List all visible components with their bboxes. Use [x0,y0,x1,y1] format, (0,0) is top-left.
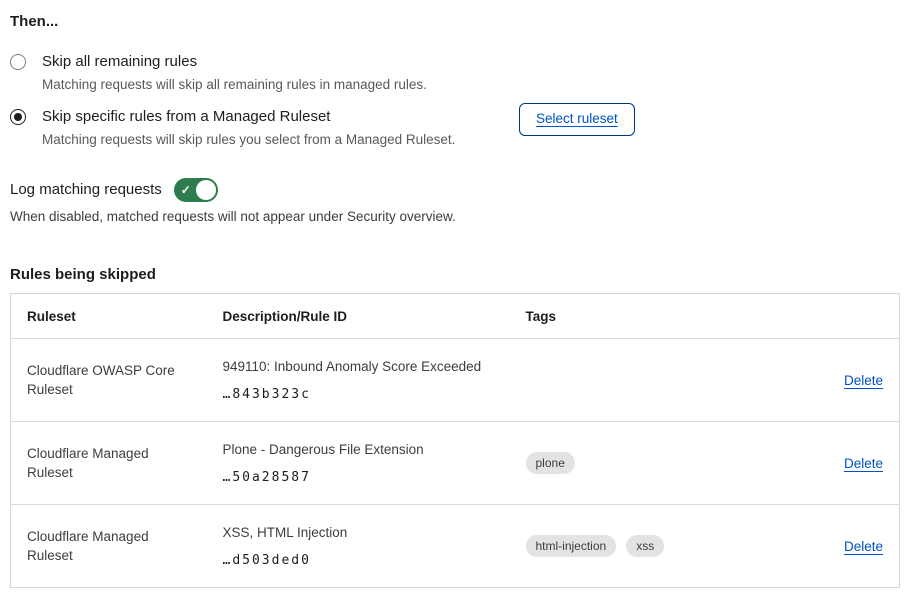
check-icon: ✓ [181,182,191,198]
delete-rule-link[interactable]: Delete [844,456,883,471]
column-header-ruleset: Ruleset [11,294,207,339]
ruleset-cell: Cloudflare Managed Ruleset [11,422,207,505]
option-skip-all-description: Matching requests will skip all remainin… [42,76,427,94]
radio-skip-all-remaining[interactable] [10,54,26,70]
delete-rule-link[interactable]: Delete [844,373,883,388]
log-requests-label: Log matching requests [10,178,162,202]
rule-id: …d503ded0 [223,551,494,570]
rule-description: XSS, HTML Injection [223,525,348,540]
toggle-knob[interactable] [196,180,216,200]
option-skip-specific-label[interactable]: Skip specific rules from a Managed Rules… [42,107,455,127]
tags-group: html-injection xss [526,535,724,557]
ruleset-cell: Cloudflare Managed Ruleset [11,505,207,588]
rule-id: …50a28587 [223,468,494,487]
actions-cell: Delete [740,505,900,588]
tags-cell [510,339,740,422]
option-skip-all-label[interactable]: Skip all remaining rules [42,52,427,72]
option-skip-all-body: Skip all remaining rules Matching reques… [42,52,427,94]
description-cell: Plone - Dangerous File Extension …50a285… [207,422,510,505]
log-requests-toggle[interactable]: ✓ [174,178,218,202]
select-ruleset-button[interactable]: Select ruleset [519,103,635,136]
description-cell: 949110: Inbound Anomaly Score Exceeded …… [207,339,510,422]
tags-cell: plone [510,422,740,505]
option-skip-specific-body: Skip specific rules from a Managed Rules… [42,107,455,149]
log-requests-row: Log matching requests ✓ [10,178,901,202]
option-skip-specific-rules: Skip specific rules from a Managed Rules… [10,107,901,149]
option-skip-all-remaining: Skip all remaining rules Matching reques… [10,52,901,94]
table-row: Cloudflare Managed Ruleset XSS, HTML Inj… [11,505,900,588]
column-header-description-rule-id: Description/Rule ID [207,294,510,339]
rules-skipped-table: Ruleset Description/Rule ID Tags Cloudfl… [10,293,900,588]
tag-chip: xss [626,535,664,557]
actions-cell: Delete [740,422,900,505]
tag-chip: plone [526,452,575,474]
table-row: Cloudflare Managed Ruleset Plone - Dange… [11,422,900,505]
description-cell: XSS, HTML Injection …d503ded0 [207,505,510,588]
column-header-tags: Tags [510,294,740,339]
rules-skipped-heading: Rules being skipped [10,266,901,284]
then-heading: Then... [10,13,901,31]
actions-cell: Delete [740,339,900,422]
option-skip-specific-description: Matching requests will skip rules you se… [42,131,455,149]
table-header-row: Ruleset Description/Rule ID Tags [11,294,900,339]
table-row: Cloudflare OWASP Core Ruleset 949110: In… [11,339,900,422]
log-requests-description: When disabled, matched requests will not… [10,208,901,226]
page-root: Then... Skip all remaining rules Matchin… [0,0,911,588]
rule-description: 949110: Inbound Anomaly Score Exceeded [223,359,482,374]
rule-description: Plone - Dangerous File Extension [223,442,424,457]
radio-skip-specific-rules[interactable] [10,109,26,125]
ruleset-cell: Cloudflare OWASP Core Ruleset [11,339,207,422]
tag-chip: html-injection [526,535,617,557]
tags-group: plone [526,452,724,474]
delete-rule-link[interactable]: Delete [844,539,883,554]
tags-cell: html-injection xss [510,505,740,588]
rule-id: …843b323c [223,385,494,404]
column-header-actions [740,294,900,339]
